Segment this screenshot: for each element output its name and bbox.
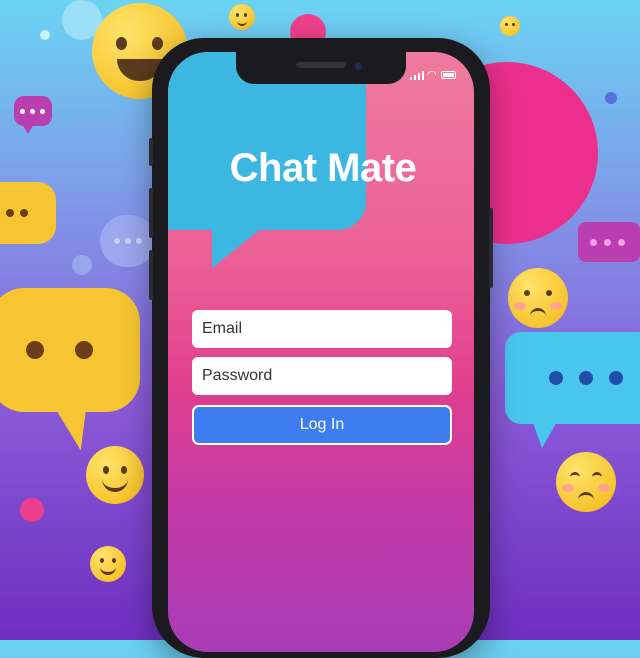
decor-dot [72, 255, 92, 275]
phone-screen [168, 52, 474, 652]
header-chat-bubble-tail [212, 228, 262, 268]
happy-emoji-icon [229, 4, 255, 30]
chat-bubble-icon [100, 215, 156, 267]
chat-bubble-icon [0, 288, 140, 412]
password-field[interactable] [192, 357, 452, 395]
happy-emoji-icon [90, 546, 126, 582]
login-button[interactable]: Log In [192, 405, 452, 445]
decor-dot [605, 92, 617, 104]
smiling-emoji-icon [86, 446, 144, 504]
chat-bubble-tail [532, 420, 558, 448]
email-field[interactable] [192, 310, 452, 348]
worried-emoji-icon [508, 268, 568, 328]
speaker-grille [296, 62, 346, 68]
chat-bubble-tail [22, 124, 34, 134]
chat-bubble-icon [505, 332, 640, 424]
chat-bubble-icon [0, 182, 56, 244]
battery-icon [441, 71, 456, 79]
chat-bubble-icon [578, 222, 640, 262]
decor-dot [20, 498, 44, 522]
app-title: Chat Mate [229, 146, 417, 190]
winking-emoji-icon [500, 16, 520, 36]
wifi-icon: ◠ [427, 69, 437, 81]
chat-bubble-icon [14, 96, 52, 126]
decor-dot [40, 30, 50, 40]
front-camera [355, 63, 362, 70]
status-bar: ◠ [408, 70, 460, 82]
signal-icon [410, 70, 424, 80]
phone-notch [236, 52, 406, 84]
pouting-emoji-icon [556, 452, 616, 512]
